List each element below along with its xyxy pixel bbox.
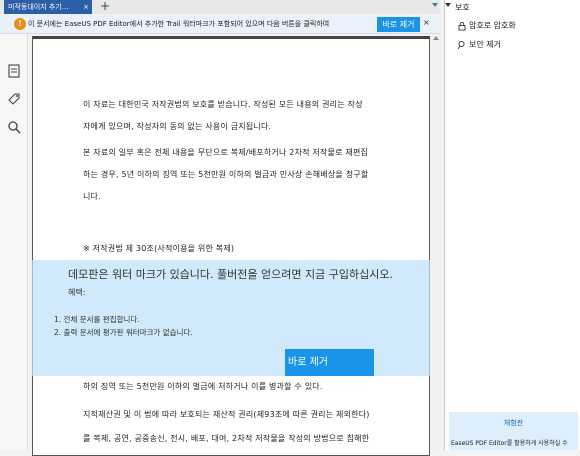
watermark-overlay: 데모판은 워터 마크가 있습니다. 풀버전을 얻으려면 지금 구입하십시오. 혜… — [32, 260, 430, 376]
watermark-benefit: 2. 출력 문서에 평가판 워터마크가 없습니다. — [54, 328, 193, 337]
tab-dropdown-icon[interactable] — [432, 3, 438, 7]
tab-close-icon[interactable]: × — [83, 0, 89, 14]
watermark-benefit: 1. 전체 문서를 편집합니다. — [54, 315, 140, 324]
warning-icon: ! — [14, 18, 26, 30]
paragraph-line: 이 자료는 대한민국 저작권법의 보호를 받습니다. 작성된 모든 내용의 권리… — [83, 100, 363, 109]
tab-bar: 미작동대이지 추기... × + — [0, 0, 440, 14]
paragraph-line: 본 자료의 일부 혹은 전체 내용을 무단으로 복제/배포하거나 2차적 저작물… — [83, 148, 369, 157]
watermark-subtitle: 혜택: — [68, 288, 86, 297]
document-tab[interactable]: 미작동대이지 추기... × — [4, 0, 92, 14]
remove-security-item[interactable]: 보안 제거 — [457, 39, 501, 50]
remove-now-button[interactable]: 바로 제거 — [377, 17, 420, 32]
watermark-notice-bar: ! 이 문서에는 EaseUS PDF Editor에서 추가한 Trail 워… — [0, 14, 440, 34]
vertical-scrollbar[interactable] — [431, 34, 440, 450]
encrypt-with-password-item[interactable]: 암호로 암호화 — [457, 20, 516, 31]
lock-icon — [458, 21, 466, 30]
paragraph-line: ※ 저작권법 제 30조(사적이용을 위한 복제) — [83, 244, 235, 253]
watermark-title: 데모판은 워터 마크가 있습니다. 풀버전을 얻으려면 지금 구입하십시오. — [68, 268, 393, 281]
notice-text: 이 문서에는 EaseUS PDF Editor에서 추가한 Trail 워터마… — [28, 20, 330, 28]
item-label: 암호로 암호화 — [469, 21, 516, 30]
key-icon — [457, 40, 465, 49]
watermark-remove-button[interactable]: 바로 제거 — [285, 349, 374, 376]
tab-title: 미작동대이지 추기... — [8, 3, 69, 11]
protect-section-header[interactable]: 보호 — [455, 2, 470, 13]
promo-title: 체험판 — [503, 419, 524, 427]
paragraph-line: 지적재산권 및 이 법에 따라 보호되는 재산적 권리(제93조에 따른 권리는… — [83, 410, 370, 419]
scroll-up-icon[interactable] — [433, 36, 439, 40]
paragraph-line: 하는 경우, 5년 이하의 징역 또는 5천만원 이하의 벌금과 민사상 손해배… — [83, 170, 369, 179]
paragraph-line: 자에게 있으며, 작성자의 동의 없는 사용이 금지됩니다. — [83, 122, 272, 131]
document-page: 이 자료는 대한민국 저작권법의 보호를 받습니다. 작성된 모든 내용의 권리… — [32, 36, 430, 456]
item-label: 보안 제거 — [469, 40, 501, 49]
collapse-caret-icon[interactable] — [445, 3, 451, 7]
paragraph-line: 를 복제, 공연, 공중송신, 전시, 배포, 대여, 2차적 저작물을 작성의… — [83, 434, 370, 443]
notice-close-icon[interactable]: × — [423, 18, 430, 27]
tag-icon[interactable] — [7, 92, 21, 106]
paragraph-line: 니다. — [83, 192, 101, 201]
left-toolbar — [0, 34, 28, 450]
add-tab-icon[interactable]: + — [100, 0, 110, 13]
trial-promo: 체험판 EaseUS PDF Editor를 활용하게 사용하실 수 — [449, 412, 578, 450]
promo-text: EaseUS PDF Editor를 활용하게 사용하실 수 — [451, 440, 568, 447]
document-icon[interactable] — [7, 64, 21, 78]
paragraph-line: 하의 징역 또는 5천만원 이하의 벌금에 처하거나 이를 병과할 수 있다. — [83, 382, 323, 391]
search-icon[interactable] — [7, 120, 21, 134]
right-panel: 보호 암호로 암호화 보안 제거 체험판 EaseUS PDF Editor를 … — [444, 0, 580, 450]
